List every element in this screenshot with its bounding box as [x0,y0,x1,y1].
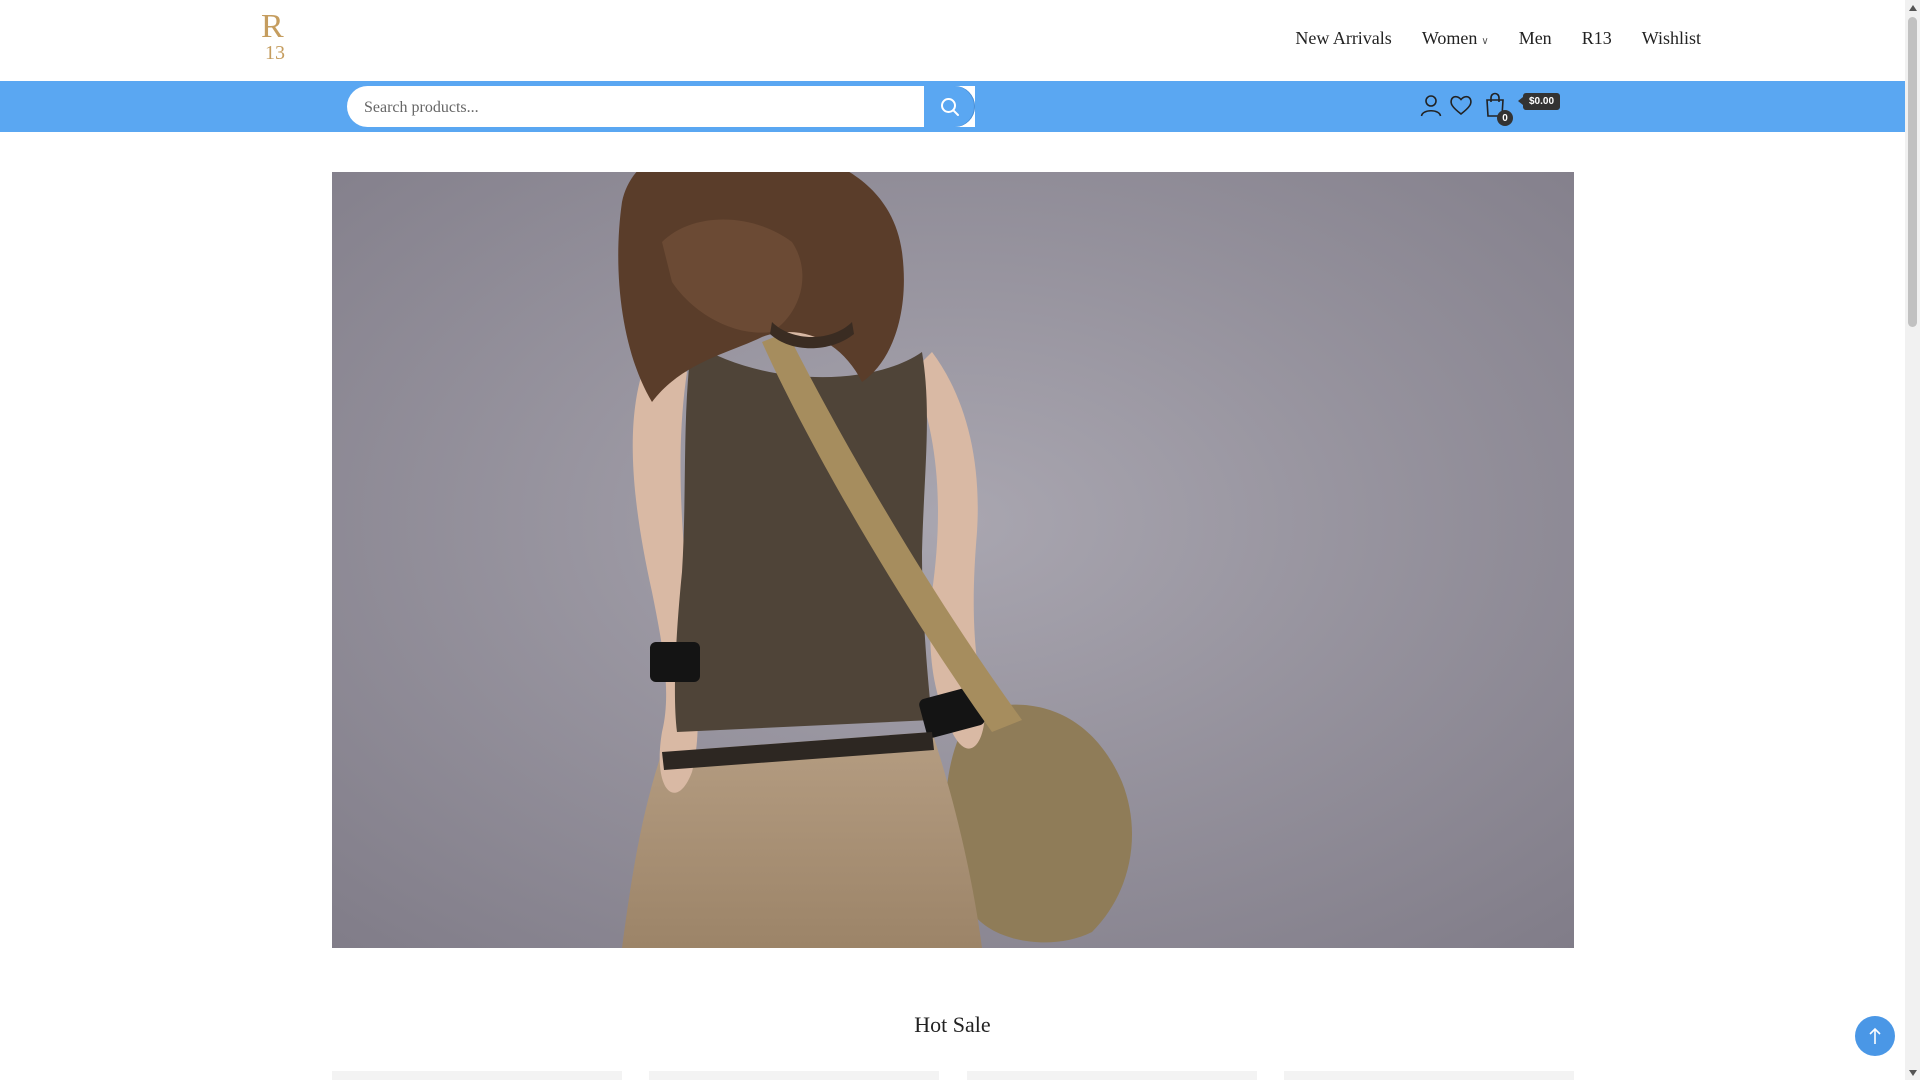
nav-item-women[interactable]: Women ∨ [1422,28,1489,49]
chevron-down-icon: ∨ [1481,36,1489,47]
logo-number: 13 [265,42,285,64]
page-scrollbar[interactable] [1905,0,1920,1080]
site-header: R 13 New Arrivals Women ∨ Men R13 Wishli… [0,0,1905,81]
product-card[interactable] [649,1071,940,1080]
product-card[interactable] [1283,1071,1574,1080]
scroll-up-arrow-icon[interactable] [1905,0,1920,15]
nav-item-wishlist[interactable]: Wishlist [1642,28,1701,49]
search-icon [940,97,959,116]
nav-item-men[interactable]: Men [1519,28,1552,49]
hero-banner[interactable] [332,172,1574,948]
product-card[interactable] [966,1071,1257,1080]
cart-total-badge: $0.00 [1517,93,1561,110]
site-logo[interactable]: R 13 [258,10,298,66]
heart-icon [1450,95,1472,116]
search-input[interactable] [362,86,916,129]
nav-item-new-arrivals[interactable]: New Arrivals [1295,28,1391,49]
arrow-up-icon [1869,1027,1881,1044]
user-icon [1420,95,1442,117]
hot-sale-heading: Hot Sale [914,1012,991,1037]
account-button[interactable] [1416,89,1446,121]
main-nav: New Arrivals Women ∨ Men R13 Wishlist [1265,28,1701,49]
product-row [332,1071,1574,1080]
nav-label: R13 [1581,28,1612,48]
hero-model-photo-icon [332,172,1574,948]
cart-button[interactable]: 0 [1480,89,1513,126]
search-button[interactable] [924,86,975,127]
logo-letter: R [261,8,284,45]
header-icons: 0 [1416,89,1513,126]
nav-item-r13[interactable]: R13 [1582,28,1612,49]
scroll-down-arrow-icon[interactable] [1905,1065,1920,1080]
wishlist-button[interactable] [1446,89,1476,121]
nav-label: Wishlist [1641,28,1701,48]
search-box [347,86,975,129]
product-card[interactable] [332,1071,622,1080]
scrollbar-thumb[interactable] [1908,17,1917,327]
scroll-to-top-button[interactable] [1855,1016,1895,1056]
nav-label: Men [1518,28,1552,48]
cart-count-badge: 0 [1497,110,1513,126]
nav-label: Women [1421,28,1478,48]
search-bar-strip: 0 $0.00 [0,81,1905,132]
page: R 13 New Arrivals Women ∨ Men R13 Wishli… [0,0,1905,1080]
nav-label: New Arrivals [1295,28,1392,48]
